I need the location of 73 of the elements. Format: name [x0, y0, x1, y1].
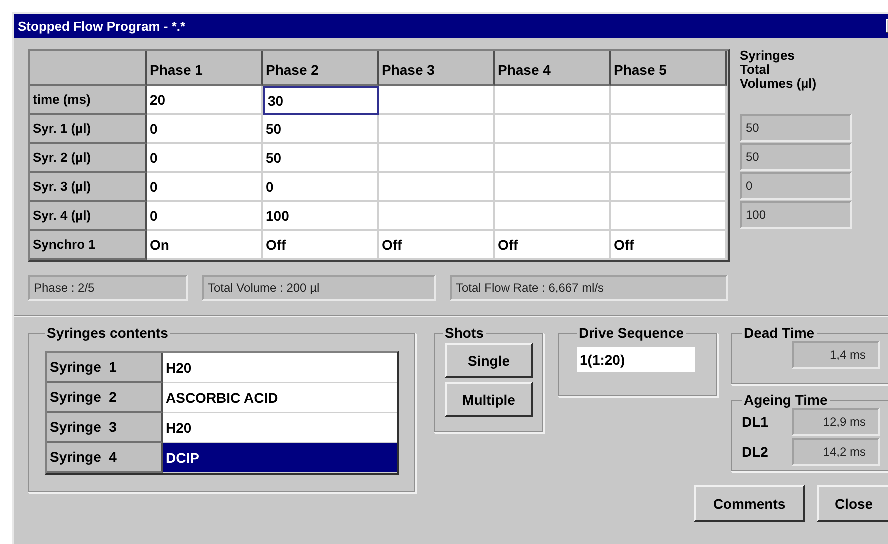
grid-cell[interactable] — [611, 173, 727, 202]
dialog-button[interactable]: Close — [817, 485, 888, 522]
ageing-time-field: 12,9 ms — [792, 408, 880, 436]
row-header: time (ms) — [30, 86, 147, 115]
sequence-field[interactable]: 1(1:20) — [577, 347, 695, 372]
row-header: Syr. 4 (µl) — [30, 202, 147, 231]
group-title: Drive Sequence — [578, 325, 686, 341]
column-header: Phase 2 — [263, 51, 379, 86]
total-volume-field: 50 — [740, 143, 852, 171]
grid-cell[interactable]: 20 — [147, 86, 263, 115]
grid-cell[interactable] — [611, 86, 727, 115]
total-volume-field: 0 — [740, 172, 852, 200]
grid-cell[interactable]: 0 — [147, 173, 263, 202]
row-header: Syringe 2 — [47, 383, 163, 413]
grid-cell[interactable] — [379, 173, 495, 202]
delay-label: DL2 — [742, 444, 768, 460]
column-header: Phase 5 — [611, 51, 727, 86]
row-header: Syringe 4 — [47, 443, 163, 473]
window-title: Stopped Flow Program - *.* — [18, 18, 186, 34]
grid-cell[interactable]: 50 — [263, 115, 379, 144]
grid-cell[interactable] — [495, 86, 611, 115]
group-title: Dead Time — [743, 325, 816, 341]
group-title: Ageing Time — [743, 392, 829, 408]
grid-cell[interactable]: 0 — [147, 115, 263, 144]
row-header: Syr. 3 (µl) — [30, 173, 147, 202]
content-cell[interactable]: H20 — [163, 413, 397, 443]
group-title: Syringes contents — [46, 325, 170, 341]
grid-cell[interactable]: 0 — [147, 144, 263, 173]
column-header: Phase 1 — [147, 51, 263, 86]
grid-cell[interactable]: 100 — [263, 202, 379, 231]
column-header: Phase 3 — [379, 51, 495, 86]
grid-cell[interactable]: Off — [263, 231, 379, 260]
row-header: Syringe 1 — [47, 353, 163, 383]
grid-cell[interactable]: 50 — [263, 144, 379, 173]
grid-cell[interactable] — [379, 86, 495, 115]
row-header: Synchro 1 — [30, 231, 147, 260]
grid-cell[interactable] — [379, 115, 495, 144]
grid-cell[interactable] — [611, 144, 727, 173]
status-field: Total Volume : 200 µl — [202, 275, 436, 301]
content-cell[interactable]: ASCORBIC ACID — [163, 383, 397, 413]
grid-cell[interactable] — [495, 115, 611, 144]
total-volume-field: 100 — [740, 201, 852, 229]
grid-cell[interactable]: On — [147, 231, 263, 260]
group-title: Shots — [444, 325, 485, 341]
shot-button[interactable]: Single — [445, 343, 533, 378]
grid-cell[interactable] — [379, 202, 495, 231]
grid-cell[interactable] — [495, 144, 611, 173]
row-header: Syringe 3 — [47, 413, 163, 443]
grid-cell[interactable] — [495, 202, 611, 231]
grid-cell[interactable]: 30 — [263, 86, 379, 115]
grid-cell[interactable]: Off — [611, 231, 727, 260]
column-header: Phase 4 — [495, 51, 611, 86]
row-header: Syr. 2 (µl) — [30, 144, 147, 173]
grid-cell[interactable] — [611, 115, 727, 144]
dead-time-field: 1,4 ms — [792, 341, 880, 369]
dialog-button[interactable]: Comments — [694, 485, 805, 522]
grid-cell[interactable]: Off — [379, 231, 495, 260]
row-header: Syr. 1 (µl) — [30, 115, 147, 144]
status-field: Total Flow Rate : 6,667 ml/s — [450, 275, 728, 301]
totals-heading: Syringes Total Volumes (µl) — [740, 49, 818, 93]
grid-cell[interactable]: 0 — [147, 202, 263, 231]
delay-label: DL1 — [742, 414, 768, 430]
grid-cell[interactable] — [495, 173, 611, 202]
content-cell[interactable]: DCIP — [163, 443, 397, 473]
content-cell[interactable]: H20 — [163, 353, 397, 383]
total-volume-field: 50 — [740, 114, 852, 142]
grid-cell[interactable] — [379, 144, 495, 173]
grid-cell[interactable]: 0 — [263, 173, 379, 202]
shot-button[interactable]: Multiple — [445, 382, 533, 417]
grid-cell[interactable]: Off — [495, 231, 611, 260]
grid-cell[interactable] — [611, 202, 727, 231]
status-field: Phase : 2/5 — [28, 275, 188, 301]
ageing-time-field: 14,2 ms — [792, 438, 880, 466]
